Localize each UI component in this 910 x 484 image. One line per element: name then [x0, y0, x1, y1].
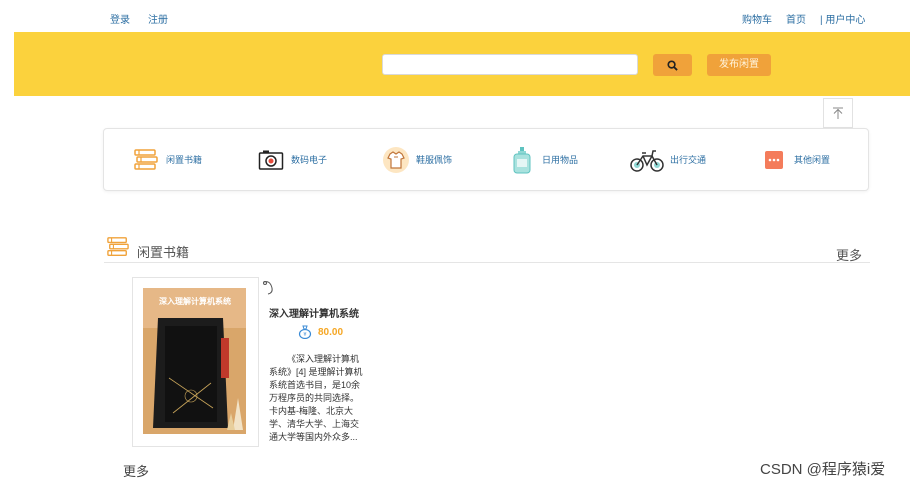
category-other[interactable]: 其他闲置	[760, 129, 830, 190]
product-title[interactable]: 深入理解计算机系统	[269, 305, 359, 320]
books-icon	[106, 236, 130, 263]
search-input[interactable]	[382, 54, 638, 75]
category-clothing[interactable]: 鞋服佩饰	[382, 129, 452, 190]
product-description: 《深入理解计算机系统》[4] 是理解计算机系统首选书目，是10余万程序员的共同选…	[269, 354, 363, 442]
category-digital[interactable]: 数码电子	[257, 129, 327, 190]
top-nav-bar: 登录 注册 购物车 首页 | 用户中心	[0, 0, 910, 32]
price-row: ¥ 80.00	[298, 325, 343, 339]
login-link[interactable]: 登录	[110, 15, 130, 27]
books-icon	[132, 146, 160, 174]
product-image[interactable]: 深入理解计算机系统	[132, 277, 259, 447]
register-link[interactable]: 注册	[148, 15, 168, 27]
cart-link[interactable]: 购物车	[742, 15, 772, 27]
section-title: 闲置书籍	[137, 245, 190, 260]
back-to-top-button[interactable]	[823, 98, 853, 128]
shirt-icon	[382, 146, 410, 174]
category-label: 其他闲置	[794, 155, 831, 165]
user-center-link[interactable]: | 用户中心	[820, 15, 865, 27]
category-daily[interactable]: 日用物品	[508, 129, 578, 190]
book-cover-title: 深入理解计算机系统	[159, 297, 231, 306]
category-books[interactable]: 闲置书籍	[132, 129, 202, 190]
publish-idle-button[interactable]: 发布闲置	[707, 54, 771, 76]
pin-icon	[262, 280, 276, 301]
category-transport[interactable]: 出行交通	[630, 129, 706, 190]
bottle-icon	[508, 146, 536, 174]
category-panel: 闲置书籍 数码电子 鞋服佩饰 日用物品 出行交通 其他闲置	[103, 128, 869, 191]
bottom-more-link[interactable]: 更多	[123, 461, 149, 480]
money-bag-icon: ¥	[298, 325, 312, 339]
arrow-up-icon	[833, 107, 843, 119]
category-label: 日用物品	[542, 155, 579, 165]
home-link[interactable]: 首页	[786, 15, 806, 27]
category-label: 数码电子	[291, 155, 328, 165]
category-label: 闲置书籍	[166, 155, 203, 165]
section-header: 闲置书籍 更多	[104, 234, 870, 263]
svg-text:¥: ¥	[303, 332, 306, 338]
search-icon	[667, 59, 678, 71]
product-price: 80.00	[318, 326, 344, 338]
search-button[interactable]	[653, 54, 692, 76]
bicycle-icon	[630, 146, 664, 174]
category-label: 出行交通	[670, 155, 707, 165]
category-label: 鞋服佩饰	[416, 155, 453, 165]
section-more-link[interactable]: 更多	[836, 245, 862, 264]
camera-icon	[257, 146, 285, 174]
watermark: CSDN @程序猿i爱	[760, 461, 886, 478]
more-icon	[760, 146, 788, 174]
